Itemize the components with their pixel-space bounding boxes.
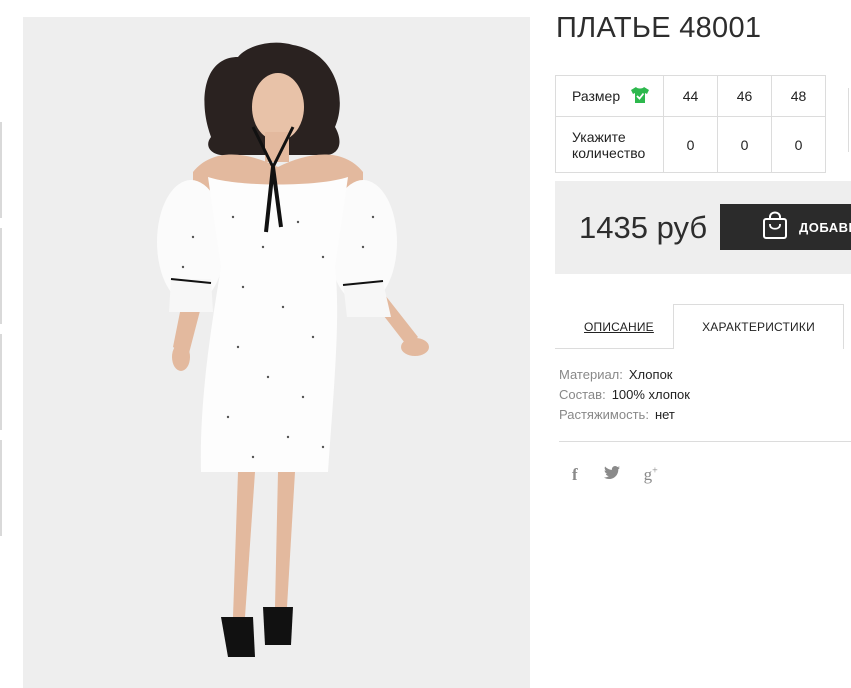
add-to-cart-button[interactable]: ДОБАВИТЬ В КОРЗИНУ: [720, 204, 851, 250]
price-panel: 1435 руб ДОБАВИТЬ В КОРЗИНУ: [555, 181, 851, 274]
size-46[interactable]: 46: [717, 75, 772, 117]
tab-description[interactable]: ОПИСАНИЕ: [584, 320, 654, 334]
divider: [559, 441, 851, 442]
shopping-bag-icon: [762, 210, 788, 245]
characteristic-key: Растяжимость:: [559, 407, 649, 422]
tab-underline: [555, 348, 673, 349]
add-to-cart-label: ДОБАВИТЬ В КОРЗИНУ: [799, 219, 851, 235]
twitter-icon[interactable]: [603, 466, 620, 484]
characteristics-list: Материал: Хлопок Состав: 100% хлопок Растя…: [559, 367, 690, 427]
thumbnail-edge[interactable]: [0, 228, 2, 324]
characteristic-row: Материал: Хлопок: [559, 367, 690, 387]
size-48[interactable]: 48: [771, 75, 826, 117]
characteristic-row: Состав: 100% хлопок: [559, 387, 690, 407]
size-label-cell: Размер: [555, 75, 664, 117]
characteristic-value: Хлопок: [628, 367, 673, 382]
quantity-input-46[interactable]: 0: [717, 116, 772, 173]
size-44[interactable]: 44: [663, 75, 718, 117]
characteristic-key: Состав:: [559, 387, 606, 402]
thumbnail-edge[interactable]: [0, 440, 2, 536]
size-quantity-table: Размер 44 46 48 Укажите количество 0 0 0: [555, 75, 826, 173]
social-share: f g+: [572, 465, 658, 485]
tab-characteristics[interactable]: ХАРАКТЕРИСТИКИ: [673, 304, 844, 349]
quantity-label: Укажите количество: [572, 128, 646, 161]
characteristic-row: Растяжимость: нет: [559, 407, 690, 427]
thumbnail-edge[interactable]: [0, 122, 2, 218]
product-image[interactable]: [23, 17, 530, 688]
characteristic-key: Материал:: [559, 367, 623, 382]
size-label: Размер: [572, 88, 621, 104]
price: 1435 руб: [579, 210, 708, 245]
size-row: Размер 44 46 48: [555, 75, 826, 117]
shirt-check-icon[interactable]: [630, 86, 650, 107]
product-tabs: ОПИСАНИЕ ХАРАКТЕРИСТИКИ: [555, 304, 851, 349]
characteristic-value: 100% хлопок: [611, 387, 690, 402]
facebook-icon[interactable]: f: [572, 465, 578, 485]
google-plus-icon[interactable]: g+: [644, 465, 658, 485]
quantity-label-cell: Укажите количество: [555, 116, 664, 173]
thumbnail-edge[interactable]: [0, 334, 2, 430]
product-title: ПЛАТЬЕ 48001: [556, 12, 762, 44]
table-next-column-edge: [848, 88, 849, 152]
quantity-row: Укажите количество 0 0 0: [555, 116, 826, 173]
characteristic-value: нет: [654, 407, 675, 422]
quantity-input-48[interactable]: 0: [771, 116, 826, 173]
quantity-input-44[interactable]: 0: [663, 116, 718, 173]
